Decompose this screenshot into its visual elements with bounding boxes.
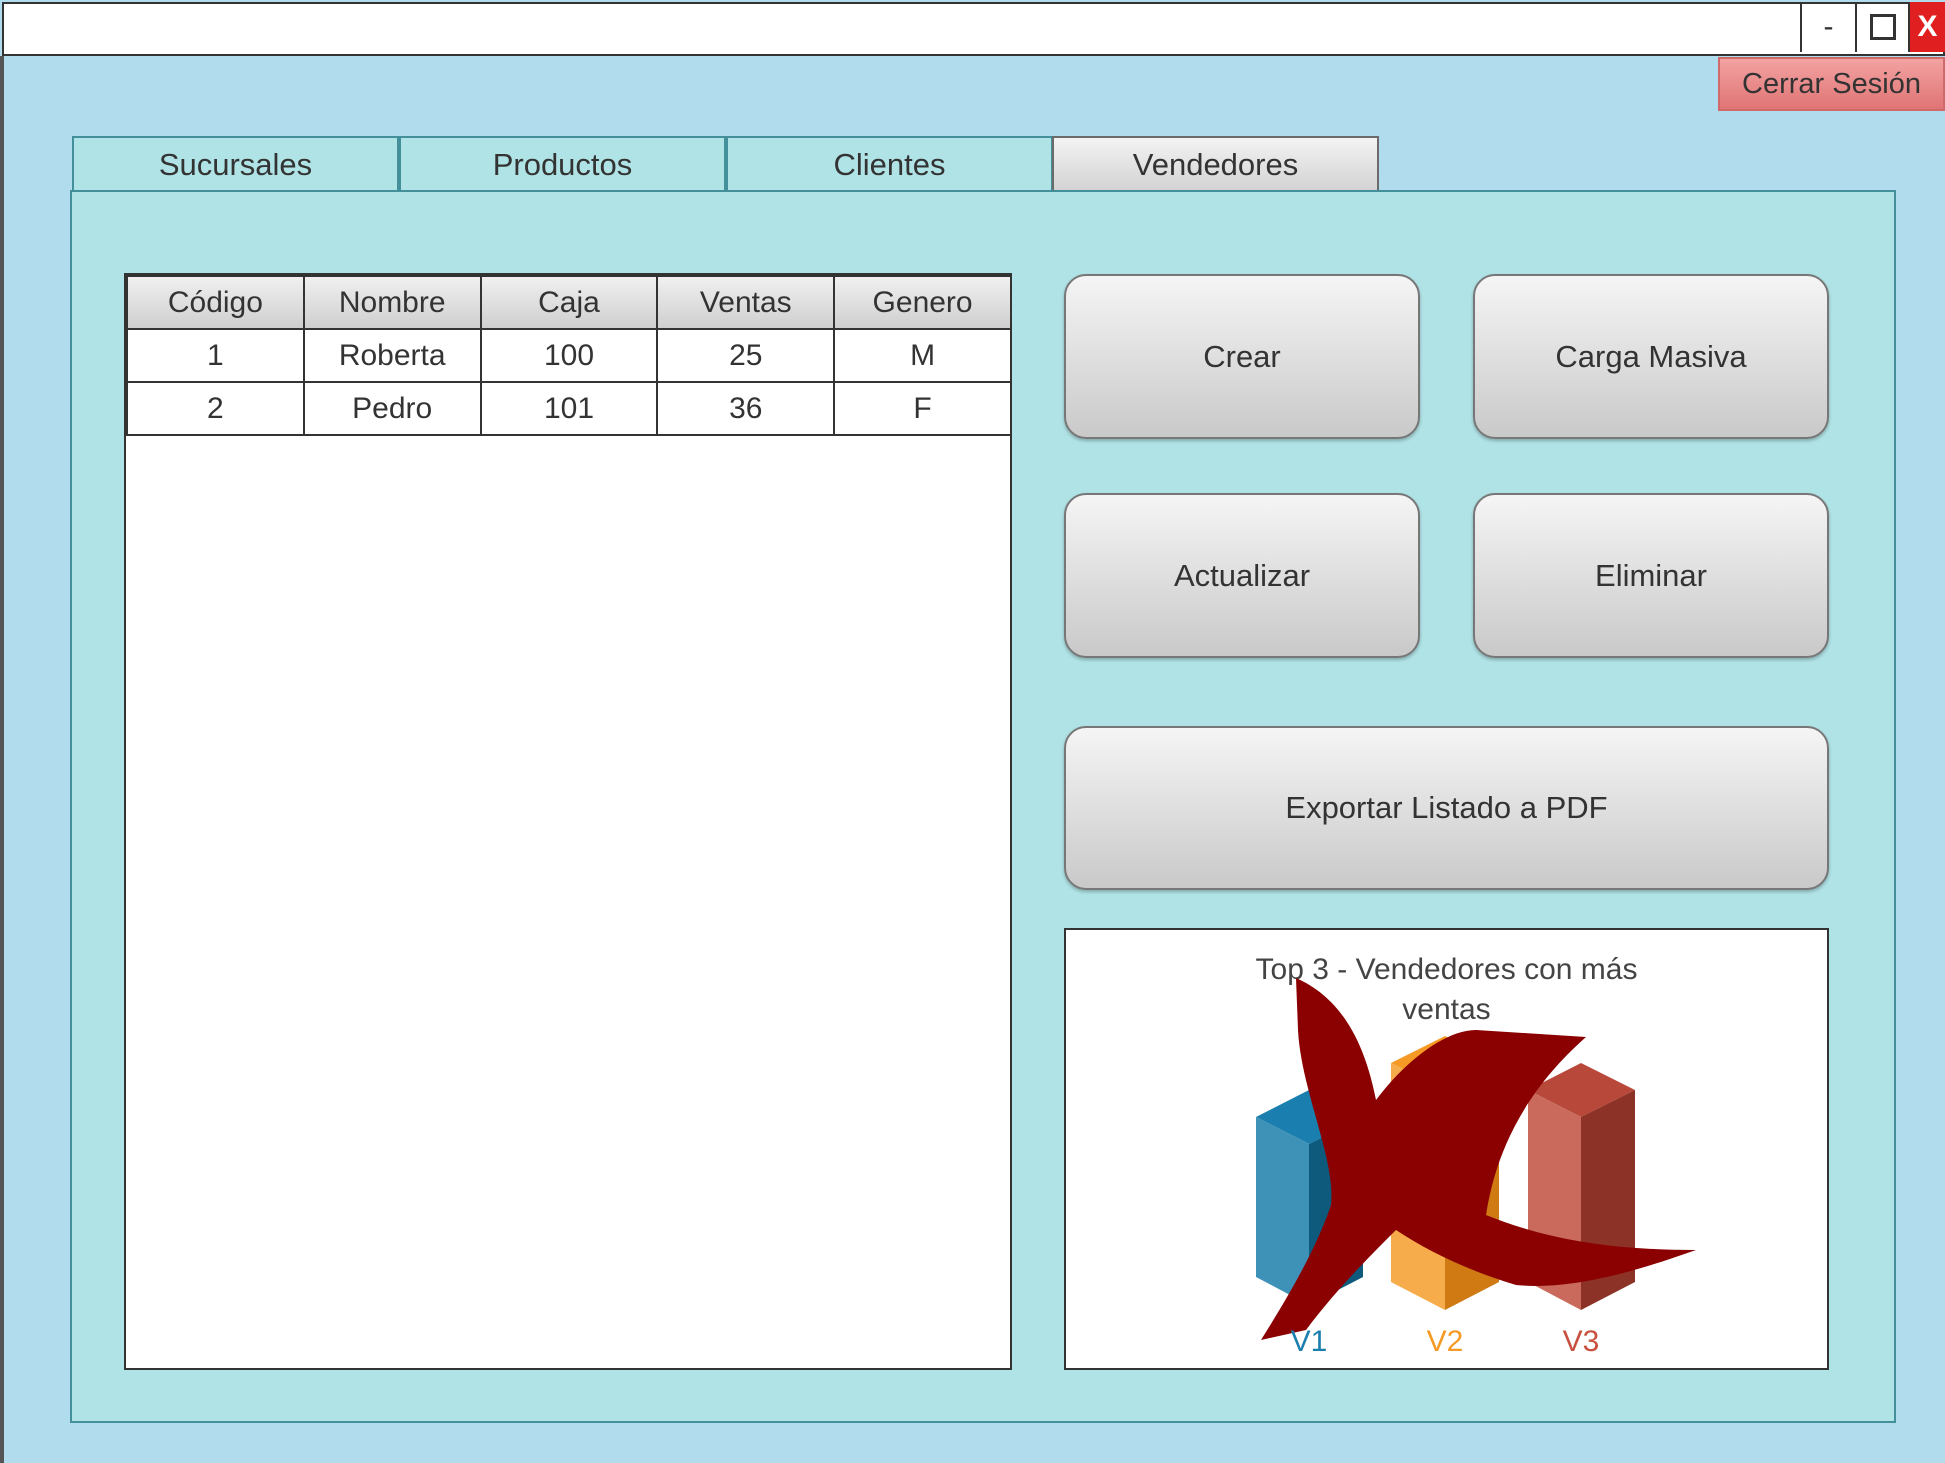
column-header-caja[interactable]: Caja (479, 275, 659, 330)
export-pdf-button[interactable]: Exportar Listado a PDF (1064, 726, 1829, 890)
maximize-icon (1869, 14, 1896, 40)
tab-vendedores[interactable]: Vendedores (1052, 136, 1379, 192)
window-title-bar (2, 2, 1945, 56)
table-cell: 100 (479, 328, 659, 383)
table-header-row: Código Nombre Caja Ventas Genero (126, 275, 1012, 330)
delete-button[interactable]: Eliminar (1473, 493, 1829, 658)
table-cell: 101 (479, 381, 659, 436)
table-cell: 36 (656, 381, 836, 436)
column-header-genero[interactable]: Genero (833, 275, 1012, 330)
table-cell: Pedro (302, 381, 482, 436)
table-cell: M (833, 328, 1012, 383)
chart-graphic: V1 V2 V3 (1256, 978, 1696, 1358)
maximize-button[interactable] (1855, 2, 1910, 52)
tab-productos[interactable]: Productos (399, 136, 726, 192)
column-header-ventas[interactable]: Ventas (656, 275, 836, 330)
logout-button[interactable]: Cerrar Sesión (1718, 57, 1945, 111)
close-button[interactable]: X (1910, 2, 1945, 52)
table-row[interactable]: 1 Roberta 100 25 M (126, 328, 1012, 383)
update-button[interactable]: Actualizar (1064, 493, 1420, 658)
window-left-border (0, 56, 4, 1463)
bulk-load-button[interactable]: Carga Masiva (1473, 274, 1829, 439)
column-header-codigo[interactable]: Código (126, 275, 305, 330)
top-sellers-chart: Top 3 - Vendedores con más ventas V1 V2 … (1064, 928, 1829, 1370)
minimize-button[interactable]: - (1800, 2, 1855, 52)
create-button[interactable]: Crear (1064, 274, 1420, 439)
table-cell: 25 (656, 328, 836, 383)
column-header-nombre[interactable]: Nombre (302, 275, 482, 330)
chart-label-v3: V3 (1563, 1325, 1600, 1358)
sellers-table[interactable]: Código Nombre Caja Ventas Genero 1 Rober… (124, 273, 1012, 1370)
table-cell: F (833, 381, 1012, 436)
table-cell: 1 (126, 328, 305, 383)
tab-sucursales[interactable]: Sucursales (72, 136, 399, 192)
table-row[interactable]: 2 Pedro 101 36 F (126, 381, 1012, 436)
chart-label-v2: V2 (1427, 1325, 1464, 1358)
table-cell: 2 (126, 381, 305, 436)
tab-clientes[interactable]: Clientes (726, 136, 1053, 192)
table-cell: Roberta (302, 328, 482, 383)
chart-label-v1: V1 (1291, 1325, 1328, 1358)
